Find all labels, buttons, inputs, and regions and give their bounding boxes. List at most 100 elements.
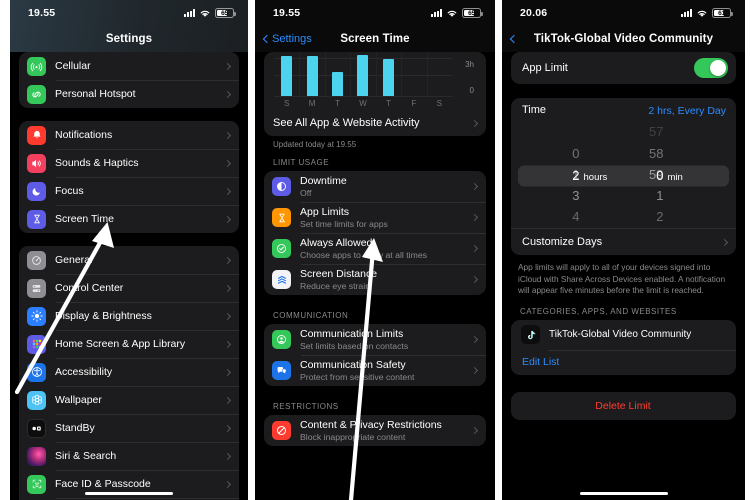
chevron-right-icon [470,182,479,191]
app-limit-footnote: App limits will apply to all of your dev… [518,262,726,295]
switch-knob [709,59,727,77]
chart-bar-slot [401,52,426,96]
app-limit-toggle-row[interactable]: App Limit [511,52,736,84]
chevron-right-icon [223,131,232,139]
list-item-always-allowed[interactable]: Always Allowed Choose apps to allow at a… [264,233,486,264]
back-button[interactable]: Settings [262,33,312,45]
app-limit-scroll-area[interactable]: App Limit Time 2 hrs, Every Day 0 1 3 4 … [502,52,745,500]
no-entry-icon [272,421,291,440]
list-item-title: Communication Safety [300,358,406,371]
chart-bar [332,71,344,96]
chevron-right-icon [223,452,232,460]
delete-limit-button[interactable]: Delete Limit [511,392,736,420]
home-indicator [85,491,173,495]
see-all-activity-row[interactable]: See All App & Website Activity [264,110,486,136]
sidebar-item-label: Control Center [55,281,124,294]
chart-bar [382,58,394,96]
sidebar-item-siri-search[interactable]: Siri & Search [19,442,239,470]
accessibility-icon [27,362,46,382]
three-phone-screenshot-collage: 19.55 65 Settings Cellular Personal Hots… [0,0,750,500]
wifi-icon [447,10,457,17]
status-indicators: 65 [184,8,236,18]
list-item-communication-safety[interactable]: Communication Safety Protect from sensit… [264,355,486,386]
siri-icon [27,446,46,466]
status-bar: 20.06 61 [502,0,745,26]
group-time-picker: Time 2 hrs, Every Day 0 1 3 4 57 58 59 1… [511,98,736,255]
sidebar-item-home-screen-app-library[interactable]: Home Screen & App Library [19,330,239,358]
list-item-content-privacy-restrictions[interactable]: Content & Privacy Restrictions Block ina… [264,415,486,446]
group-communication: Communication Limits Set limits based on… [264,324,486,386]
wifi-icon [697,10,707,17]
sidebar-item-label: Screen Time [55,212,114,225]
chevron-right-icon [223,340,232,348]
sidebar-item-display-brightness[interactable]: Display & Brightness [19,302,239,330]
group-categories-apps-websites: TikTok-Global Video Community Edit List [511,319,736,375]
sidebar-item-label: Sounds & Haptics [55,156,139,169]
back-button-label: Settings [272,33,312,45]
cellular-signal-icon [184,9,195,17]
list-item-tiktok-app[interactable]: TikTok-Global Video Community [511,320,736,350]
app-limit-switch[interactable] [694,58,728,78]
chevron-right-icon [223,62,232,70]
sidebar-item-wallpaper[interactable]: Wallpaper [19,386,239,414]
customize-days-row[interactable]: Customize Days [511,228,736,255]
chevron-right-icon [223,396,232,404]
list-item-communication-limits[interactable]: Communication Limits Set limits based on… [264,324,486,355]
duration-picker[interactable]: 0 1 3 4 5 57 58 59 1 2 [511,123,736,228]
wifi-icon [200,10,210,17]
chart-x-tick: T [385,99,391,108]
list-item-app-limits[interactable]: App Limits Set time limits for apps [264,202,486,233]
y-tick-3h: 3h [465,60,474,69]
time-row: Time 2 hrs, Every Day [511,98,736,123]
section-header-communication: COMMUNICATION [273,311,349,320]
nav-bar: TikTok-Global Video Community [502,26,745,52]
edit-list-row[interactable]: Edit List [511,349,736,375]
sidebar-item-sounds-haptics[interactable]: Sounds & Haptics [19,149,239,177]
sidebar-item-focus[interactable]: Focus [19,177,239,205]
chevron-right-icon [223,480,232,488]
sidebar-item-cellular[interactable]: Cellular [19,52,239,80]
sidebar-item-screen-time[interactable]: Screen Time [19,205,239,233]
group-limit-usage: Downtime Off App Limits Set time limits … [264,171,486,295]
section-header-categories: CATEGORIES, APPS, AND WEBSITES [520,306,677,316]
delete-limit-label: Delete Limit [595,399,651,412]
chart-x-tick: M [308,99,316,108]
picker-minutes-selected: 0 min [624,123,708,228]
cellular-signal-icon [681,9,692,17]
chevron-right-icon [223,284,232,292]
sidebar-item-notifications[interactable]: Notifications [19,121,239,149]
list-item-screen-distance[interactable]: Screen Distance Reduce eye strain [264,264,486,295]
settings-scroll-area[interactable]: Cellular Personal Hotspot Notifications … [10,52,248,500]
screen-time-scroll-area[interactable]: S M T W T F S 3h 0 See All App & Website Activ… [255,52,495,500]
wallpaper-icon [27,390,46,410]
sidebar-item-accessibility[interactable]: Accessibility [19,358,239,386]
standby-icon [27,418,46,438]
chart-x-axis-labels: SMTWTFS [274,97,452,110]
list-item-title: Communication Limits [300,327,404,340]
list-item-subtitle: Reduce eye strain [300,280,371,291]
sidebar-item-label: Focus [55,184,84,197]
chevron-right-icon [470,366,479,375]
sidebar-item-control-center[interactable]: Control Center [19,274,239,302]
y-tick-0: 0 [469,86,474,95]
section-header-limit-usage: LIMIT USAGE [273,158,330,167]
chevron-right-icon [223,159,232,167]
cellular-icon [27,56,46,76]
speaker-icon [27,153,46,173]
chart-bar [357,55,369,96]
sidebar-item-personal-hotspot[interactable]: Personal Hotspot [19,80,239,108]
settings-group-system: General Control Center Display & Brightn… [19,246,239,500]
cellular-signal-icon [431,9,442,17]
chart-bar [281,56,293,96]
screen-time-chart-card: S M T W T F S 3h 0 See All App & Website Activ… [264,52,486,136]
list-item-downtime[interactable]: Downtime Off [264,171,486,202]
back-button[interactable] [509,34,519,44]
sidebar-item-standby[interactable]: StandBy [19,414,239,442]
sidebar-item-label: Personal Hotspot [55,87,136,100]
list-item-subtitle: Off [300,187,312,198]
page-title: TikTok-Global Video Community [533,33,714,45]
sidebar-item-general[interactable]: General [19,246,239,274]
page-title: Screen Time [340,33,410,45]
